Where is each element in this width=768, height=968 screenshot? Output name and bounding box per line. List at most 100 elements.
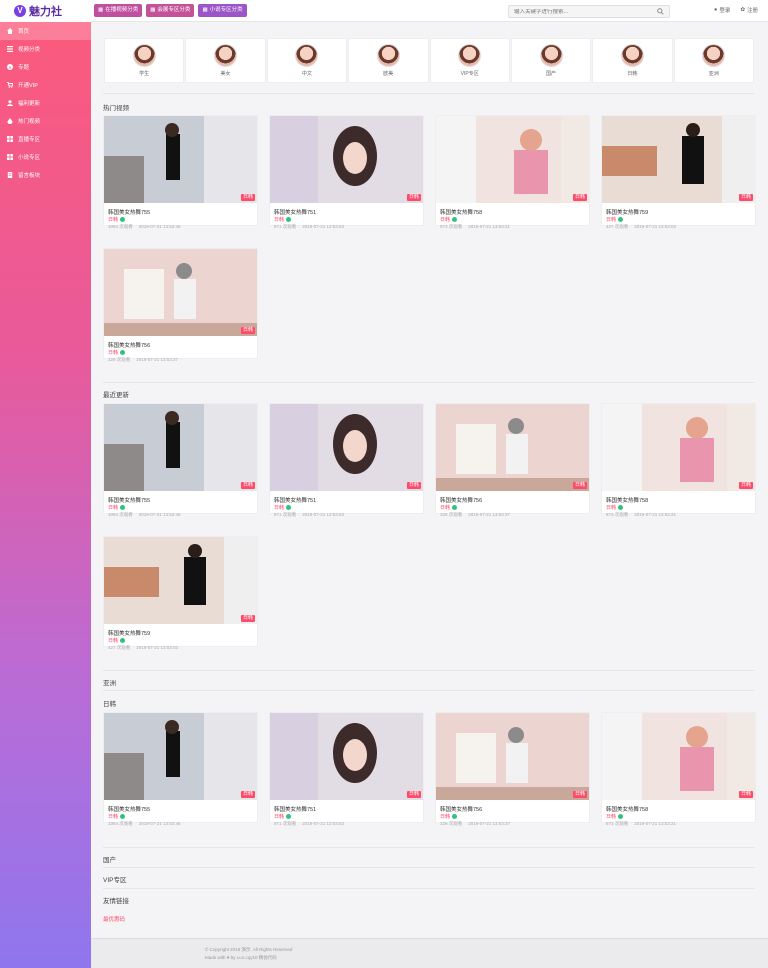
video-thumbnail[interactable]: 日韩 (270, 116, 423, 203)
video-title[interactable]: 韩国美女热舞756 (436, 800, 589, 813)
video-thumbnail[interactable]: 日韩 (270, 404, 423, 491)
video-thumbnail[interactable]: 日韩 (436, 116, 589, 203)
video-card[interactable]: 日韩 韩国美女热舞758 日韩 873 次观看 2019-07-21 13:53:… (601, 712, 756, 826)
video-badge: 日韩 (738, 791, 753, 798)
channel-domestic[interactable]: 国产 (510, 38, 592, 83)
video-tag[interactable]: 日韩 (436, 812, 589, 820)
channel-japan-korea[interactable]: 日韩 (592, 38, 673, 83)
video-title[interactable]: 韩国美女热舞751 (270, 203, 423, 216)
search-input[interactable] (514, 8, 657, 15)
video-meta: 971 次观看 2019-07-21 13:53:53 (270, 821, 423, 828)
sidebar-item-message-board[interactable]: 留言板块 (0, 166, 91, 184)
sidebar: 首页 视频分类 专题 开通VIP 福利更新 热门视频 直播专区 小说专区 留言板… (0, 22, 91, 968)
video-tag[interactable]: 日韩 (270, 812, 423, 820)
video-card[interactable]: 日韩 韩国美女热舞758 日韩 873 次观看 2019-07-21 13:53:… (601, 403, 756, 517)
channel-beauty[interactable]: 美女 (185, 38, 266, 83)
category-button-novel[interactable]: ▦ 小说专区分类 (198, 4, 247, 17)
video-thumbnail[interactable]: 日韩 (436, 713, 589, 800)
video-title[interactable]: 韩国美女热舞756 (436, 491, 589, 504)
video-card[interactable]: 日韩 韩国美女热舞751 日韩 971 次观看 2019-07-21 13:53:… (269, 115, 424, 229)
video-thumbnail[interactable]: 日韩 (270, 713, 423, 800)
video-tag[interactable]: 日韩 (270, 503, 423, 511)
channel-asia[interactable]: 亚洲 (673, 38, 754, 83)
video-thumbnail[interactable]: 日韩 (602, 116, 755, 203)
thumbnail-image (104, 404, 257, 491)
video-thumbnail[interactable]: 日韩 (104, 404, 257, 491)
video-tag[interactable]: 日韩 (602, 503, 755, 511)
section-title-asia[interactable]: 亚洲 (103, 677, 116, 687)
sidebar-item-live[interactable]: 直播专区 (0, 130, 91, 148)
video-title[interactable]: 韩国美女热舞758 (602, 800, 755, 813)
video-title[interactable]: 韩国美女热舞758 (602, 491, 755, 504)
section-title-vip[interactable]: VIP专区 (103, 874, 126, 884)
video-thumbnail[interactable]: 日韩 (104, 249, 257, 336)
channel-vip[interactable]: VIP专区 (429, 38, 510, 83)
video-tag[interactable]: 日韩 (104, 636, 257, 644)
video-title[interactable]: 韩国美女热舞759 (104, 624, 257, 637)
video-card[interactable]: 日韩 韩国美女热舞755 日韩 1084 次观看 2019-07-21 13:53… (103, 712, 258, 826)
thumbnail-image (270, 404, 423, 491)
channel-western[interactable]: 欧美 (348, 38, 429, 83)
video-title[interactable]: 韩国美女热舞755 (104, 203, 257, 216)
video-thumbnail[interactable]: 日韩 (104, 537, 257, 624)
video-tag[interactable]: 日韩 (104, 215, 257, 223)
video-card[interactable]: 日韩 韩国美女热舞751 日韩 971 次观看 2019-07-21 13:53:… (269, 403, 424, 517)
gear-icon: ✿ (740, 7, 745, 13)
video-title[interactable]: 韩国美女热舞751 (270, 800, 423, 813)
video-card[interactable]: 日韩 韩国美女热舞756 日韩 328 次观看 2019-07-21 13:53:… (103, 248, 258, 362)
register-link[interactable]: ✿ 注册 (740, 6, 758, 14)
video-title[interactable]: 韩国美女热舞756 (104, 336, 257, 349)
video-title[interactable]: 韩国美女热舞751 (270, 491, 423, 504)
view-count: 971 次观看 (274, 224, 297, 229)
channel-student[interactable]: 学生 (104, 38, 185, 83)
channel-chinese[interactable]: 中文 (266, 38, 348, 83)
section-title-domestic[interactable]: 国产 (103, 854, 116, 864)
thumbnail-image (436, 713, 589, 800)
video-tag[interactable]: 日韩 (436, 503, 589, 511)
video-tag[interactable]: 日韩 (104, 348, 257, 356)
category-button-live[interactable]: ▦ 在播视频分类 (94, 4, 143, 17)
logo[interactable]: V 魅力社 (0, 0, 91, 22)
video-card[interactable]: 日韩 韩国美女热舞759 日韩 427 次观看 2019-07-21 13:53:… (601, 115, 756, 229)
video-card[interactable]: 日韩 韩国美女热舞751 日韩 971 次观看 2019-07-21 13:53:… (269, 712, 424, 826)
video-tag[interactable]: 日韩 (270, 215, 423, 223)
category-button-expo[interactable]: ▦ 会展专区分类 (146, 4, 195, 17)
sidebar-item-home[interactable]: 首页 (0, 22, 91, 40)
video-card[interactable]: 日韩 韩国美女热舞758 日韩 873 次观看 2019-07-21 13:53:… (435, 115, 590, 229)
avatar (132, 44, 156, 67)
video-title[interactable]: 韩国美女热舞758 (436, 203, 589, 216)
login-link[interactable]: ● 登录 (714, 6, 730, 14)
video-thumbnail[interactable]: 日韩 (602, 713, 755, 800)
video-card[interactable]: 日韩 韩国美女热舞756 日韩 328 次观看 2019-07-21 13:53:… (435, 403, 590, 517)
view-count: 873 次观看 (606, 512, 629, 517)
sidebar-item-welfare[interactable]: 福利更新 (0, 94, 91, 112)
sidebar-item-hot-videos[interactable]: 热门视频 (0, 112, 91, 130)
video-thumbnail[interactable]: 日韩 (104, 116, 257, 203)
doc-icon (7, 172, 13, 178)
sidebar-item-video-categories[interactable]: 视频分类 (0, 40, 91, 58)
video-card[interactable]: 日韩 韩国美女热舞759 日韩 427 次观看 2019-07-21 13:53:… (103, 536, 258, 650)
sidebar-item-vip[interactable]: 开通VIP (0, 76, 91, 94)
video-tag[interactable]: 日韩 (602, 812, 755, 820)
thumbnail-image (270, 713, 423, 800)
video-thumbnail[interactable]: 日韩 (602, 404, 755, 491)
video-card[interactable]: 日韩 韩国美女热舞755 日韩 1084 次观看 2019-07-21 13:53… (103, 115, 258, 229)
video-tag[interactable]: 日韩 (436, 215, 589, 223)
video-title[interactable]: 韩国美女热舞755 (104, 491, 257, 504)
sidebar-item-novels[interactable]: 小说专区 (0, 148, 91, 166)
video-card[interactable]: 日韩 韩国美女热舞756 日韩 328 次观看 2019-07-21 13:53:… (435, 712, 590, 826)
search-icon[interactable] (657, 8, 664, 15)
video-title[interactable]: 韩国美女热舞755 (104, 800, 257, 813)
video-tag[interactable]: 日韩 (104, 503, 257, 511)
video-title[interactable]: 韩国美女热舞759 (602, 203, 755, 216)
video-thumbnail[interactable]: 日韩 (436, 404, 589, 491)
section-title-japan-korea[interactable]: 日韩 (103, 698, 116, 708)
friend-link[interactable]: 最优惠码 (103, 915, 125, 923)
search-box (508, 5, 670, 18)
video-thumbnail[interactable]: 日韩 (104, 713, 257, 800)
video-card[interactable]: 日韩 韩国美女热舞755 日韩 1084 次观看 2019-07-21 13:53… (103, 403, 258, 517)
video-tag-label: 日韩 (108, 349, 119, 356)
sidebar-item-topics[interactable]: 专题 (0, 58, 91, 76)
video-tag[interactable]: 日韩 (104, 812, 257, 820)
video-tag[interactable]: 日韩 (602, 215, 755, 223)
